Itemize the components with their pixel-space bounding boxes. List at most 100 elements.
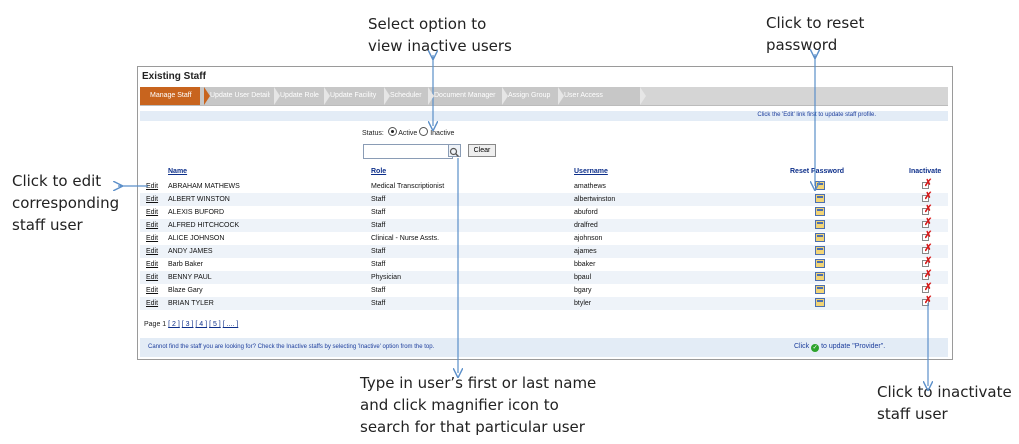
callout-line: view inactive users	[368, 37, 512, 55]
staff-role: Clinical - Nurse Assts.	[371, 235, 440, 242]
footer-help-text: Cannot find the staff you are looking fo…	[148, 344, 435, 350]
edit-link[interactable]: Edit	[146, 209, 158, 216]
x-mark-icon: ✗	[924, 178, 933, 189]
table-row: Edit BRIAN TYLER Staff btyler ✗	[140, 295, 948, 310]
reset-password-icon[interactable]	[815, 272, 825, 281]
tab-document-manager[interactable]: Document Manager	[424, 87, 508, 105]
magnifier-icon	[449, 147, 459, 157]
callout-search: Type in user’s first or last name and cl…	[360, 372, 596, 438]
x-mark-icon: ✗	[924, 217, 933, 228]
table-row: Edit Blaze Gary Staff bgary ✗	[140, 282, 948, 297]
tab-label: Document Manager	[434, 92, 496, 99]
callout-line: Select option to	[368, 15, 487, 33]
page-link[interactable]: [ 4 ]	[195, 321, 207, 328]
edit-link[interactable]: Edit	[146, 300, 158, 307]
table-row: Edit ALFRED HITCHCOCK Staff dralfred ✗	[140, 217, 948, 232]
callout-line: staff user	[877, 405, 948, 423]
table-row: Edit BENNY PAUL Physician bpaul ✗	[140, 269, 948, 284]
col-header-username[interactable]: Username	[574, 168, 608, 175]
staff-role: Staff	[371, 300, 386, 307]
staff-username: btyler	[574, 300, 592, 307]
reset-password-icon[interactable]	[815, 207, 825, 216]
radio-active-label: Active	[398, 130, 418, 137]
inactivate-icon[interactable]: ✗	[922, 191, 933, 203]
callout-line: password	[766, 36, 838, 54]
staff-username: bbaker	[574, 261, 596, 268]
reset-password-icon[interactable]	[815, 233, 825, 242]
check-icon[interactable]: ✓	[811, 344, 820, 352]
inactivate-icon[interactable]: ✗	[922, 204, 932, 216]
existing-staff-panel: Existing Staff Manage Staff Update User …	[137, 66, 953, 360]
search-input[interactable]	[363, 144, 453, 159]
reset-password-icon[interactable]	[815, 298, 825, 307]
clear-button[interactable]: Clear	[468, 144, 496, 157]
staff-role: Staff	[371, 196, 386, 203]
reset-password-icon[interactable]	[815, 259, 825, 268]
staff-name: BRIAN TYLER	[168, 300, 214, 307]
tab-label: Scheduler	[390, 92, 422, 99]
staff-username: dralfred	[574, 222, 598, 229]
inactivate-icon[interactable]: ✗	[922, 282, 933, 294]
tab-manage-staff[interactable]: Manage Staff	[140, 87, 210, 105]
page-link[interactable]: [ 3 ]	[182, 321, 194, 328]
search-button[interactable]	[448, 144, 461, 157]
staff-name: ABRAHAM MATHEWS	[168, 183, 240, 190]
staff-username: albertwinston	[574, 196, 616, 203]
reset-password-icon[interactable]	[815, 246, 825, 255]
edit-link[interactable]: Edit	[146, 274, 158, 281]
tab-label: User Access	[564, 92, 603, 99]
radio-inactive[interactable]	[419, 127, 429, 136]
staff-username: bgary	[574, 287, 592, 294]
edit-link[interactable]: Edit	[146, 196, 158, 203]
staff-role: Staff	[371, 222, 386, 229]
inactivate-icon[interactable]: ✗	[922, 269, 932, 281]
inactivate-icon[interactable]: ✗	[922, 243, 932, 255]
staff-name: Barb Baker	[168, 261, 204, 268]
callout-line: corresponding	[12, 194, 120, 212]
x-mark-icon: ✗	[924, 191, 933, 202]
table-row: Edit ABRAHAM MATHEWS Medical Transcription…	[140, 178, 948, 193]
page-link[interactable]: [ 5 ]	[209, 321, 221, 328]
provider-suffix: to update "Provider".	[821, 343, 886, 350]
edit-link[interactable]: Edit	[146, 222, 158, 229]
reset-password-icon[interactable]	[815, 285, 825, 294]
page-link[interactable]: [ 2 ]	[168, 321, 180, 328]
edit-link[interactable]: Edit	[146, 235, 158, 242]
staff-role: Physician	[371, 274, 401, 281]
inactivate-icon[interactable]: ✗	[922, 295, 932, 307]
inactivate-icon[interactable]: ✗	[922, 230, 933, 242]
callout-inactivate: Click to inactivate staff user	[877, 381, 1012, 425]
callout-edit-user: Click to edit corresponding staff user	[12, 170, 119, 236]
edit-link[interactable]: Edit	[146, 183, 158, 190]
tab-label: Update User Details	[210, 92, 273, 99]
radio-active[interactable]	[387, 127, 397, 136]
col-header-name[interactable]: Name	[168, 168, 187, 175]
inactivate-icon[interactable]: ✗	[922, 217, 933, 229]
footer-strip: Cannot find the staff you are looking fo…	[140, 338, 948, 357]
tab-update-user-details[interactable]: Update User Details	[200, 87, 280, 105]
tab-bar: Manage Staff Update User Details Update …	[140, 87, 948, 106]
staff-username: abuford	[574, 209, 598, 216]
x-mark-icon: ✗	[924, 282, 933, 293]
staff-name: ALFRED HITCHCOCK	[168, 222, 240, 229]
page-link-more[interactable]: [ .... ]	[223, 321, 239, 328]
callout-select-inactive: Select option to view inactive users	[368, 13, 512, 57]
col-header-role[interactable]: Role	[371, 168, 386, 175]
reset-password-icon[interactable]	[815, 181, 825, 190]
staff-username: amathews	[574, 183, 606, 190]
reset-password-icon[interactable]	[815, 220, 825, 229]
table-row: Edit ALEXIS BUFORD Staff abuford ✗	[140, 204, 948, 219]
reset-password-icon[interactable]	[815, 194, 825, 203]
col-header-reset-password: Reset Password	[790, 168, 845, 175]
edit-link[interactable]: Edit	[146, 261, 158, 268]
edit-link[interactable]: Edit	[146, 248, 158, 255]
callout-line: Click to edit	[12, 172, 102, 190]
table-row: Edit ANDY JAMES Staff ajames ✗	[140, 243, 948, 258]
tab-user-access[interactable]: User Access	[554, 87, 646, 105]
inactivate-icon[interactable]: ✗	[922, 178, 933, 190]
radio-inactive-label: Inactive	[430, 130, 455, 137]
x-mark-icon: ✗	[924, 230, 933, 241]
inactivate-icon[interactable]: ✗	[922, 256, 932, 268]
callout-line: staff user	[12, 216, 83, 234]
edit-link[interactable]: Edit	[146, 287, 158, 294]
